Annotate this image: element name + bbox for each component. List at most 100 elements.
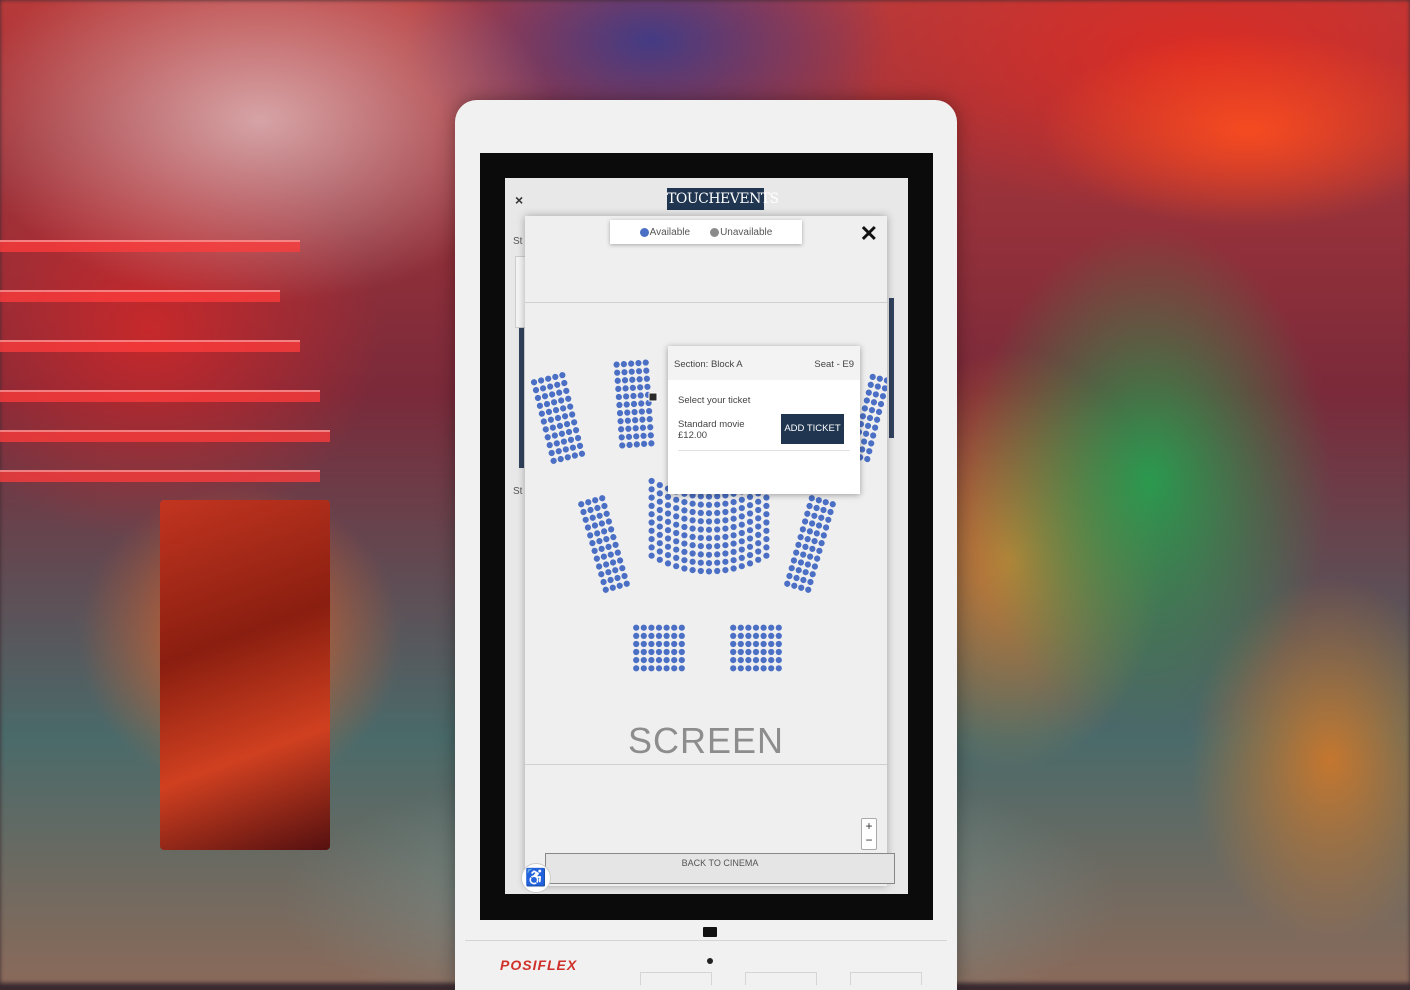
seat[interactable] — [616, 582, 624, 590]
seat[interactable] — [763, 552, 770, 559]
seat[interactable] — [738, 513, 745, 520]
seat[interactable] — [624, 409, 631, 416]
seat[interactable] — [722, 508, 729, 516]
seat[interactable] — [689, 508, 696, 516]
seat[interactable] — [647, 424, 654, 431]
seat[interactable] — [714, 559, 721, 566]
seat[interactable] — [763, 511, 770, 518]
seat[interactable] — [714, 493, 721, 500]
seat[interactable] — [636, 376, 643, 383]
seat[interactable] — [656, 498, 663, 505]
seat[interactable] — [656, 482, 663, 489]
seat[interactable] — [638, 400, 645, 407]
seat[interactable] — [664, 560, 672, 567]
seat[interactable] — [722, 525, 729, 532]
seat[interactable] — [664, 543, 672, 550]
seat[interactable] — [621, 572, 629, 580]
seat[interactable] — [536, 402, 544, 410]
seat[interactable] — [648, 657, 655, 664]
seat-block[interactable] — [783, 494, 836, 593]
seat[interactable] — [804, 535, 812, 543]
seat[interactable] — [655, 632, 663, 639]
seat[interactable] — [760, 657, 767, 664]
zoom-out-button[interactable]: − — [862, 833, 876, 847]
seat[interactable] — [730, 540, 737, 547]
seat-block[interactable] — [633, 624, 685, 672]
seat[interactable] — [822, 524, 830, 532]
seat[interactable] — [806, 553, 814, 561]
seat[interactable] — [618, 426, 625, 433]
seat[interactable] — [673, 563, 680, 570]
seat[interactable] — [656, 556, 663, 563]
seat[interactable] — [763, 494, 770, 501]
seat[interactable] — [813, 555, 821, 563]
seat[interactable] — [640, 624, 647, 631]
seat[interactable] — [737, 657, 744, 664]
seat[interactable] — [722, 567, 729, 574]
seat[interactable] — [546, 441, 554, 449]
seat[interactable] — [864, 422, 872, 430]
seat[interactable] — [820, 506, 828, 514]
background-close-icon[interactable]: × — [515, 192, 523, 208]
seat[interactable] — [633, 624, 640, 631]
seat[interactable] — [648, 536, 655, 543]
seat[interactable] — [584, 498, 592, 506]
seat[interactable] — [640, 640, 647, 648]
seat[interactable] — [615, 393, 623, 401]
seat[interactable] — [617, 418, 624, 425]
seat[interactable] — [551, 432, 559, 440]
seat[interactable] — [763, 544, 770, 551]
seat[interactable] — [681, 565, 688, 572]
seat[interactable] — [802, 543, 810, 551]
seat[interactable] — [603, 535, 611, 543]
seat-block[interactable] — [730, 624, 782, 672]
seat[interactable] — [760, 632, 767, 639]
seat[interactable] — [671, 657, 678, 664]
seat[interactable] — [557, 455, 565, 463]
zoom-in-button[interactable]: + — [862, 819, 876, 833]
seat[interactable] — [616, 557, 624, 565]
seat[interactable] — [697, 551, 704, 558]
seat[interactable] — [881, 385, 887, 393]
seat[interactable] — [644, 383, 651, 391]
seat[interactable] — [755, 506, 762, 514]
seat[interactable] — [678, 648, 685, 656]
seat[interactable] — [876, 375, 884, 383]
seat[interactable] — [746, 493, 754, 500]
seat[interactable] — [797, 559, 805, 567]
seat[interactable] — [871, 424, 879, 432]
seat[interactable] — [689, 567, 696, 574]
seat[interactable] — [752, 648, 760, 656]
seat[interactable] — [616, 409, 624, 417]
seat[interactable] — [648, 440, 655, 447]
seat[interactable] — [626, 441, 633, 449]
seat[interactable] — [663, 657, 670, 664]
seat[interactable] — [730, 565, 737, 572]
seat[interactable] — [730, 657, 737, 664]
seat[interactable] — [790, 582, 798, 590]
seat[interactable] — [803, 510, 811, 518]
seat[interactable] — [664, 510, 672, 517]
seat[interactable] — [656, 515, 663, 522]
seat[interactable] — [655, 640, 663, 648]
seat[interactable] — [671, 632, 678, 639]
seat[interactable] — [730, 515, 737, 522]
seat[interactable] — [612, 541, 620, 549]
seat[interactable] — [705, 543, 713, 550]
seat[interactable] — [561, 412, 569, 420]
seat[interactable] — [678, 640, 685, 648]
seat[interactable] — [763, 502, 770, 509]
seat[interactable] — [809, 545, 817, 553]
seat[interactable] — [793, 574, 801, 582]
seat[interactable] — [705, 510, 713, 517]
seat[interactable] — [561, 379, 569, 387]
seat[interactable] — [705, 501, 713, 508]
seat[interactable] — [738, 529, 745, 537]
seat[interactable] — [605, 543, 613, 551]
seat[interactable] — [705, 518, 713, 525]
seat[interactable] — [633, 665, 640, 672]
seat[interactable] — [755, 531, 762, 538]
seat[interactable] — [625, 425, 632, 432]
seat[interactable] — [618, 434, 625, 441]
seat[interactable] — [768, 665, 775, 672]
